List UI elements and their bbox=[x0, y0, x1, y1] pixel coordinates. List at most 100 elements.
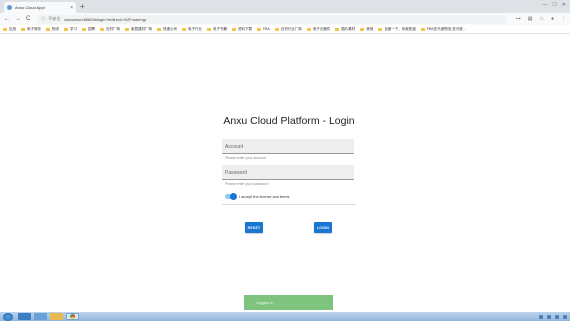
address-bar[interactable]: ⓘ 不安全 anxucloud:8080/#/login?redirect=%2… bbox=[37, 14, 507, 24]
window-controls: — ☐ ✕ bbox=[542, 2, 566, 8]
forward-icon[interactable]: → bbox=[15, 13, 21, 25]
bookmark-item[interactable]: 石材行业厂商 bbox=[274, 26, 302, 32]
folder-icon bbox=[360, 27, 365, 31]
divider bbox=[222, 204, 356, 205]
maximize-button[interactable]: ☐ bbox=[552, 2, 556, 8]
tray-flag-icon[interactable] bbox=[555, 314, 559, 319]
os-taskbar bbox=[0, 312, 570, 321]
info-icon[interactable]: ⓘ bbox=[41, 16, 45, 22]
success-toast: Logged in bbox=[244, 295, 333, 310]
security-label: 不安全 bbox=[48, 16, 61, 21]
folder-icon bbox=[274, 27, 279, 31]
toggle-knob bbox=[230, 193, 237, 200]
taskbar-app-ie-icon[interactable] bbox=[18, 313, 31, 320]
bookmark-item[interactable]: 百度一下，你就知道 bbox=[378, 27, 416, 32]
star-icon[interactable]: ☆ bbox=[539, 16, 543, 22]
terms-label: I accept the license and terms bbox=[239, 194, 290, 199]
folder-icon bbox=[21, 27, 25, 31]
url-text: anxucloud:8080/#/login?redirect=%2Fuserm… bbox=[64, 16, 147, 22]
menu-icon[interactable]: ⋮ bbox=[561, 16, 566, 22]
account-hint: Please enter your account bbox=[225, 156, 266, 160]
folder-icon bbox=[3, 27, 7, 31]
bookmark-label: 图片素材 bbox=[341, 26, 356, 31]
bookmark-label: 电子行业 bbox=[188, 26, 202, 31]
bookmark-item[interactable]: 电子商务 bbox=[21, 27, 41, 32]
bookmark-item[interactable]: 资料下载 bbox=[232, 27, 252, 32]
password-hint: Please enter your password bbox=[225, 182, 269, 186]
folder-icon bbox=[378, 27, 383, 31]
bookmark-label: FBA bbox=[263, 27, 270, 31]
browser-tab-bar: Anxu Cloud Appl × + — ☐ ✕ bbox=[0, 0, 570, 13]
account-field[interactable]: Account bbox=[222, 139, 354, 154]
bookmark-label: 石材行业厂商 bbox=[280, 26, 302, 31]
bookmark-item[interactable]: 家居建材厂商 bbox=[125, 27, 152, 32]
bookmark-label: 石材厂商 bbox=[106, 26, 120, 31]
tray-clock-icon[interactable] bbox=[563, 314, 567, 319]
taskbar-app-folder-icon[interactable] bbox=[50, 313, 63, 320]
reload-icon[interactable]: C bbox=[26, 13, 30, 25]
bookmark-item[interactable]: FBA bbox=[257, 27, 270, 31]
bookmark-label: 快递公司 bbox=[163, 26, 177, 31]
folder-icon bbox=[207, 27, 211, 31]
bookmark-item[interactable]: 学习 bbox=[64, 27, 77, 32]
folder-icon bbox=[46, 27, 50, 31]
key-icon[interactable]: ⊶ bbox=[516, 16, 521, 22]
bookmark-label: 学习 bbox=[70, 26, 77, 31]
bookmark-label: 其他 bbox=[366, 26, 374, 31]
bookmark-label: 招聘 bbox=[88, 26, 95, 31]
browser-toolbar: ← → C ⓘ 不安全 anxucloud:8080/#/login?redir… bbox=[0, 13, 570, 25]
taskbar-app-chrome-icon[interactable] bbox=[66, 313, 79, 320]
bookmark-label: 物流 bbox=[52, 26, 59, 31]
terms-toggle-row: I accept the license and terms bbox=[225, 193, 290, 200]
bookmark-item[interactable]: 石材厂商 bbox=[100, 27, 120, 32]
screen: Anxu Cloud Appl × + — ☐ ✕ ← → C ⓘ 不安全 an… bbox=[0, 0, 570, 321]
bookmark-label: 电子商务 bbox=[27, 26, 41, 31]
bookmark-label: 家居建材厂商 bbox=[131, 26, 152, 31]
account-icon[interactable]: ● bbox=[551, 16, 554, 22]
bookmark-label: 百度一下，你就知道 bbox=[384, 26, 416, 31]
start-button-icon[interactable] bbox=[3, 312, 13, 321]
bookmark-item[interactable]: 其他 bbox=[360, 27, 373, 32]
folder-icon bbox=[182, 27, 186, 31]
close-window-button[interactable]: ✕ bbox=[562, 2, 566, 8]
folder-icon bbox=[64, 27, 68, 31]
bookmark-item[interactable]: 快递公司 bbox=[157, 27, 177, 32]
account-label: Account bbox=[225, 144, 244, 150]
folder-icon bbox=[232, 27, 236, 31]
back-icon[interactable]: ← bbox=[4, 13, 10, 25]
system-tray bbox=[539, 314, 567, 319]
tray-network-icon[interactable] bbox=[539, 314, 543, 319]
bookmark-item[interactable]: 物流 bbox=[46, 27, 59, 32]
folder-icon bbox=[257, 27, 261, 31]
tray-volume-icon[interactable] bbox=[547, 314, 551, 319]
bookmark-item[interactable]: 图片素材 bbox=[335, 27, 355, 32]
folder-icon bbox=[82, 27, 86, 31]
bookmark-item[interactable]: 招聘 bbox=[82, 27, 95, 32]
tab-favicon-icon bbox=[7, 5, 12, 10]
password-field[interactable]: Password bbox=[222, 165, 354, 180]
translate-icon[interactable]: ▤ bbox=[528, 16, 533, 22]
minimize-button[interactable]: — bbox=[542, 2, 547, 8]
tab-close-icon[interactable]: × bbox=[70, 5, 73, 11]
bookmark-label: 电子书籍 bbox=[213, 26, 227, 31]
folder-icon bbox=[125, 27, 129, 31]
folder-icon bbox=[157, 27, 161, 31]
login-button[interactable]: LOGIN bbox=[314, 222, 332, 233]
folder-icon bbox=[306, 27, 311, 31]
bookmark-item[interactable]: FBA亚马逊物流-亚马逊... bbox=[420, 27, 466, 32]
login-panel: Anxu Cloud Platform - Login Account Plea… bbox=[222, 114, 356, 233]
browser-tab[interactable]: Anxu Cloud Appl × bbox=[4, 2, 76, 13]
bookmark-label: 应用 bbox=[9, 26, 16, 31]
new-tab-button[interactable]: + bbox=[80, 2, 85, 11]
reset-button[interactable]: RESET bbox=[245, 222, 263, 233]
taskbar-app-media-icon[interactable] bbox=[34, 313, 47, 320]
bookmark-item[interactable]: 电子行业 bbox=[182, 27, 202, 32]
bookmark-item[interactable]: 应用 bbox=[3, 27, 16, 32]
bookmark-item[interactable]: 电子书籍 bbox=[207, 27, 227, 32]
address-bar-actions: ⊶ ▤ ☆ ● ⋮ bbox=[516, 16, 566, 22]
bookmark-item[interactable]: 电子元器件 bbox=[306, 26, 331, 32]
page-title: Anxu Cloud Platform - Login bbox=[223, 115, 355, 127]
bookmark-label: 电子元器件 bbox=[312, 26, 331, 31]
bookmark-label: 资料下载 bbox=[238, 26, 252, 31]
terms-toggle[interactable] bbox=[225, 193, 237, 200]
